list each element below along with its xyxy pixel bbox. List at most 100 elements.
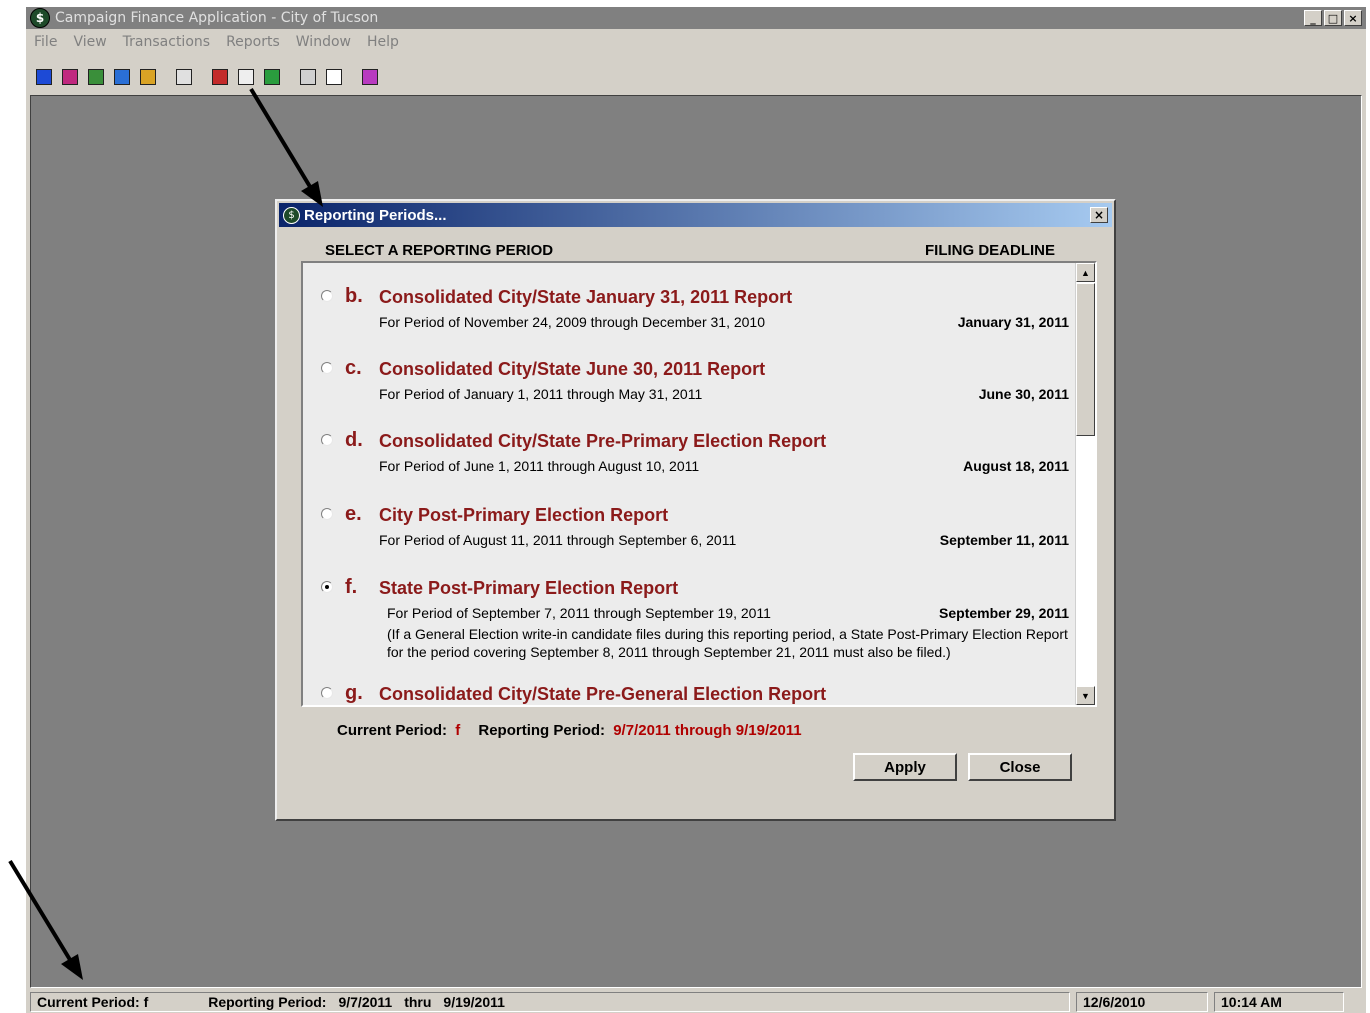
info-button[interactable]: [32, 65, 56, 89]
period-title: State Post-Primary Election Report: [379, 578, 679, 598]
dialog-close-button[interactable]: ×: [1090, 207, 1108, 223]
filing-deadline-header: FILING DEADLINE: [925, 242, 1055, 259]
period-item-d[interactable]: d. Consolidated City/State Pre-Primary E…: [303, 429, 1077, 499]
candidates-button[interactable]: [58, 65, 82, 89]
menu-bar: File View Transactions Reports Window He…: [26, 31, 407, 53]
scroll-thumb[interactable]: [1076, 283, 1095, 436]
eraser-icon: [362, 69, 378, 85]
period-range: For Period of January 1, 2011 through Ma…: [379, 386, 703, 402]
menu-view[interactable]: View: [65, 34, 114, 50]
status-current-period: Current Period: f: [37, 994, 149, 1010]
status-bar: Current Period: f Reporting Period: 9/7/…: [26, 992, 1366, 1013]
period-item-f[interactable]: f. State Post-Primary Election Report Fo…: [303, 576, 1077, 666]
period-letter: d.: [345, 429, 363, 451]
scroll-down-button[interactable]: ▼: [1076, 686, 1095, 705]
menu-reports[interactable]: Reports: [218, 34, 288, 50]
period-title: Consolidated City/State Pre-General Elec…: [379, 684, 827, 704]
info-icon: [36, 69, 52, 85]
menu-window[interactable]: Window: [288, 34, 359, 50]
status-time: 10:14 AM: [1214, 992, 1344, 1012]
properties-icon: [238, 69, 254, 85]
app-logo-icon[interactable]: $: [30, 8, 50, 28]
scroll-up-button[interactable]: ▲: [1076, 263, 1095, 282]
reporting-periods-button[interactable]: [208, 65, 232, 89]
status-reporting-label: Reporting Period:: [208, 994, 327, 1010]
period-title: Consolidated City/State Pre-Primary Elec…: [379, 431, 827, 451]
person-button[interactable]: [110, 65, 134, 89]
status-to-date: 9/19/2011: [443, 994, 505, 1010]
contacts-button[interactable]: [84, 65, 108, 89]
menu-file[interactable]: File: [26, 34, 65, 50]
user-group-icon: [62, 69, 78, 85]
period-title: City Post-Primary Election Report: [379, 505, 669, 525]
select-period-header: SELECT A REPORTING PERIOD: [325, 242, 554, 259]
grid-button[interactable]: [296, 65, 320, 89]
period-range: For Period of September 7, 2011 through …: [387, 605, 771, 621]
period-deadline: September 11, 2011: [939, 532, 1069, 548]
window-controls: _ □ ×: [1304, 10, 1362, 26]
preview-icon: [176, 69, 192, 85]
status-from-date: 9/7/2011: [338, 994, 393, 1010]
period-radio-c[interactable]: [321, 362, 333, 374]
apply-button[interactable]: Apply: [853, 753, 957, 781]
menu-transactions[interactable]: Transactions: [115, 34, 218, 50]
stack-button[interactable]: [136, 65, 160, 89]
people-icon: [88, 69, 104, 85]
period-letter: g.: [345, 682, 363, 704]
period-deadline: June 30, 2011: [978, 386, 1069, 402]
reporting-periods-dialog: $ Reporting Periods... × SELECT A REPORT…: [275, 199, 1116, 821]
period-list-scrollbar[interactable]: ▲ ▼: [1075, 263, 1095, 705]
period-letter: f.: [345, 576, 358, 598]
menu-help[interactable]: Help: [359, 34, 407, 50]
status-period-panel: Current Period: f Reporting Period: 9/7/…: [30, 992, 1070, 1012]
period-item-c[interactable]: c. Consolidated City/State June 30, 2011…: [303, 357, 1077, 427]
title-bar[interactable]: $ Campaign Finance Application - City of…: [26, 7, 1366, 29]
period-deadline: September 29, 2011: [939, 605, 1069, 621]
period-radio-d[interactable]: [321, 434, 333, 446]
close-window-button[interactable]: ×: [1344, 10, 1362, 26]
status-date: 12/6/2010: [1076, 992, 1208, 1012]
stack-icon: [140, 69, 156, 85]
period-range: For Period of August 11, 2011 through Se…: [379, 532, 737, 548]
globe-button[interactable]: [260, 65, 284, 89]
eraser-button[interactable]: [358, 65, 382, 89]
window-title: Campaign Finance Application - City of T…: [55, 10, 379, 26]
properties-button[interactable]: [234, 65, 258, 89]
period-radio-g[interactable]: [321, 687, 333, 699]
minimize-button[interactable]: _: [1304, 10, 1322, 26]
status-thru: thru: [404, 994, 432, 1010]
window-icon: [326, 69, 342, 85]
reporting-period-label: Reporting Period:: [478, 722, 606, 739]
period-radio-e[interactable]: [321, 508, 333, 520]
current-period-label: Current Period:: [337, 722, 448, 739]
period-note: (If a General Election write-in candidat…: [387, 626, 1068, 660]
period-radio-b[interactable]: [321, 290, 333, 302]
close-button[interactable]: Close: [968, 753, 1072, 781]
period-title: Consolidated City/State January 31, 2011…: [379, 287, 793, 307]
period-list[interactable]: b. Consolidated City/State January 31, 2…: [301, 261, 1097, 707]
period-range: For Period of November 24, 2009 through …: [379, 314, 766, 330]
window-button[interactable]: [322, 65, 346, 89]
period-letter: c.: [345, 357, 362, 379]
current-period-value: f: [455, 722, 461, 739]
toolbar: [32, 62, 384, 92]
dialog-logo-icon: $: [283, 206, 300, 224]
period-title: Consolidated City/State June 30, 2011 Re…: [379, 359, 766, 379]
period-letter: e.: [345, 503, 362, 525]
grid-icon: [300, 69, 316, 85]
period-item-g[interactable]: g. Consolidated City/State Pre-General E…: [303, 682, 1077, 705]
period-deadline: January 31, 2011: [957, 314, 1069, 330]
restore-button[interactable]: □: [1324, 10, 1342, 26]
dialog-title-bar[interactable]: $ Reporting Periods... ×: [279, 203, 1112, 227]
current-period-line: Current Period: f Reporting Period: 9/7/…: [337, 722, 802, 739]
globe-icon: [264, 69, 280, 85]
period-item-b[interactable]: b. Consolidated City/State January 31, 2…: [303, 285, 1077, 355]
period-item-e[interactable]: e. City Post-Primary Election Report For…: [303, 503, 1077, 573]
person-icon: [114, 69, 130, 85]
preview-button[interactable]: [172, 65, 196, 89]
reporting-period-value: 9/7/2011 through 9/19/2011: [613, 722, 802, 739]
period-deadline: August 18, 2011: [963, 458, 1069, 474]
period-radio-f[interactable]: [321, 581, 333, 593]
period-range: For Period of June 1, 2011 through Augus…: [379, 458, 700, 474]
calendar-icon: [212, 69, 228, 85]
